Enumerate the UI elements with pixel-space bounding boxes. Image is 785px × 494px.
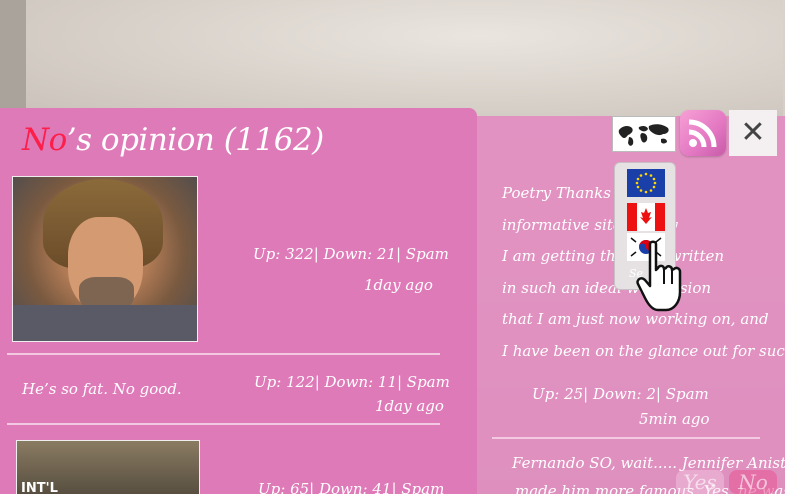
rss-icon xyxy=(688,119,717,148)
photo-caption: INT'L xyxy=(21,481,58,494)
world-map-button[interactable] xyxy=(612,116,676,152)
opinion-time: 5min ago xyxy=(639,410,710,428)
comment-time: 1day ago xyxy=(375,397,444,415)
no-opinion-panel: No’s opinion (1162) Up: 322| Down: 21| S… xyxy=(0,108,477,494)
comment-votes[interactable]: Up: 122| Down: 11| Spam xyxy=(254,373,450,391)
vote-yes-button[interactable]: Yes xyxy=(676,470,724,494)
canada-flag-icon[interactable] xyxy=(627,203,665,231)
comment-text: He’s so fat. No good. xyxy=(22,380,182,398)
comment-votes[interactable]: Up: 65| Down: 41| Spam xyxy=(258,480,444,494)
rss-button[interactable] xyxy=(680,110,726,156)
comment-photo[interactable]: INT'L xyxy=(16,440,200,494)
opinion-votes[interactable]: Up: 25| Down: 2| Spam xyxy=(532,385,709,403)
background-portrait xyxy=(26,0,783,120)
comment-votes[interactable]: Up: 322| Down: 21| Spam xyxy=(253,245,449,263)
comment-time: 1day ago xyxy=(364,276,433,294)
eu-flag-icon[interactable] xyxy=(627,169,665,197)
comment-photo[interactable] xyxy=(12,176,198,342)
vote-no-button[interactable]: No xyxy=(729,470,777,494)
page-title: No’s opinion (1162) xyxy=(22,122,324,158)
photo-shirt xyxy=(13,305,197,341)
world-map-icon xyxy=(618,124,669,146)
opinion-name: No xyxy=(22,122,67,158)
opinion-title-rest: ’s opinion (1162) xyxy=(66,122,324,158)
hand-cursor-icon xyxy=(636,240,682,312)
opinion-line: I have been on the glance out for such i… xyxy=(502,341,785,360)
comment-divider xyxy=(7,353,440,355)
opinion-divider xyxy=(492,437,760,439)
close-button[interactable]: ✕ xyxy=(729,110,777,156)
close-icon: ✕ xyxy=(740,115,766,150)
comment-divider xyxy=(7,423,440,425)
